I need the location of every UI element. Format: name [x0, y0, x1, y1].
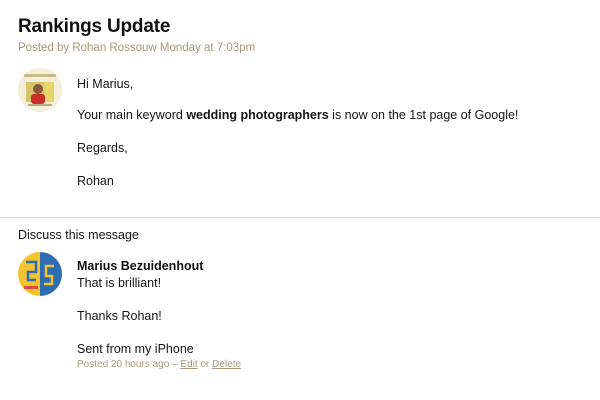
author-photo-icon	[18, 68, 62, 112]
message-signature: Rohan	[77, 174, 114, 188]
yellow-blue-avatar-icon	[18, 252, 62, 296]
discussion-heading: Discuss this message	[18, 228, 139, 242]
reply-meta-or: or	[200, 359, 210, 370]
message-greeting: Hi Marius,	[77, 77, 134, 91]
reply-author: Marius Bezuidenhout	[77, 259, 204, 273]
section-divider	[0, 217, 600, 218]
posted-by-meta: Posted by Rohan Rossouw Monday at 7:03pm	[18, 42, 256, 54]
message-body: Your main keyword wedding photographers …	[77, 108, 518, 122]
message-body-suffix: is now on the 1st page of Google!	[328, 108, 519, 122]
message-keyword: wedding photographers	[186, 108, 329, 122]
delete-link[interactable]: Delete	[212, 359, 241, 370]
page-title: Rankings Update	[18, 16, 171, 37]
reply-line-1: That is brilliant!	[77, 276, 162, 290]
message-body-prefix: Your main keyword	[77, 108, 187, 122]
reply-line-3: Sent from my iPhone	[77, 342, 194, 356]
reply-posted-time: Posted 20 hours ago	[77, 359, 170, 370]
reply-posted-meta: Posted 20 hours ago – Edit or Delete	[77, 359, 241, 370]
reply-line-2: Thanks Rohan!	[77, 309, 162, 323]
message-closing: Regards,	[77, 141, 128, 155]
reply-meta-separator: –	[172, 359, 178, 370]
edit-link[interactable]: Edit	[180, 359, 197, 370]
